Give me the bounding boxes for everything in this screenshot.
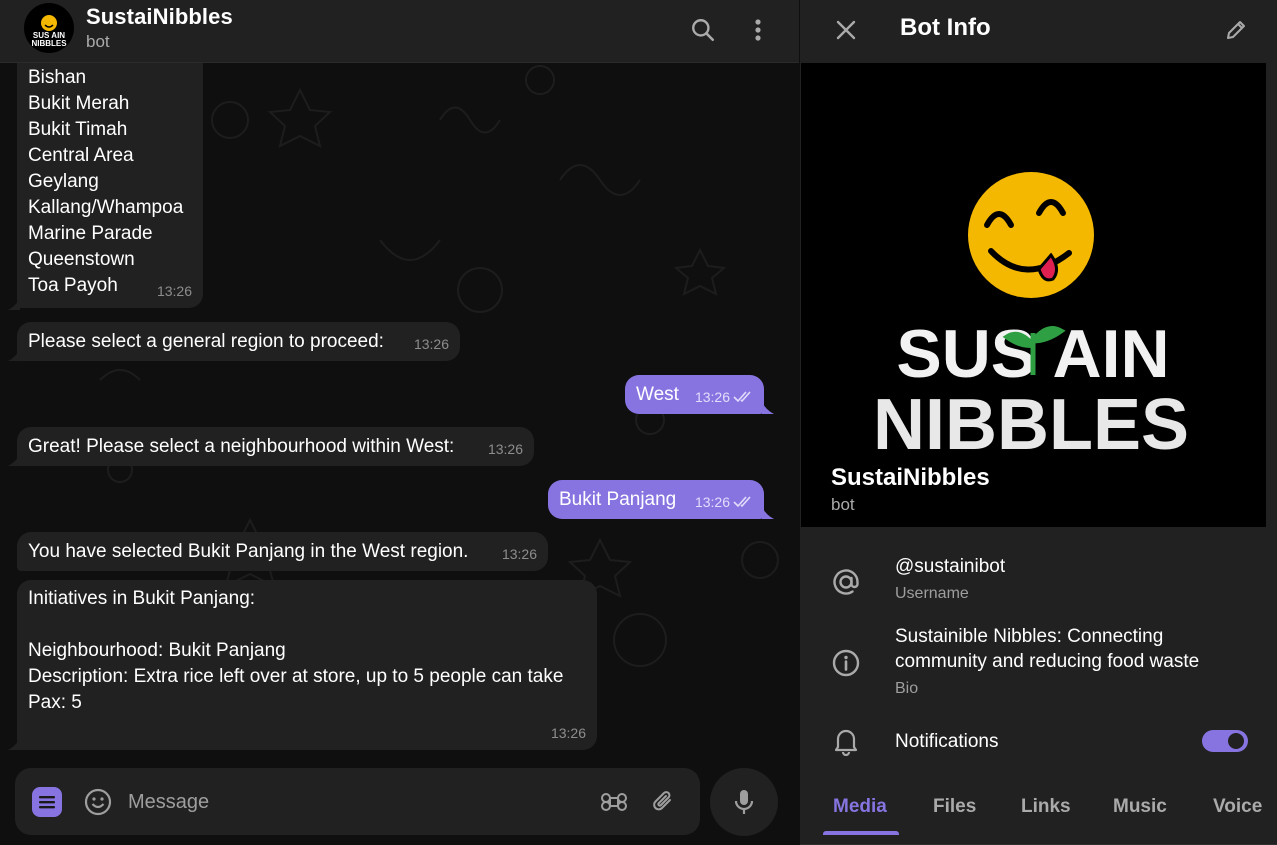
- message-text: Please select a general region to procee…: [28, 331, 384, 352]
- message-bubble[interactable]: Great! Please select a neighbourhood wit…: [17, 427, 534, 466]
- at-sign-icon: [830, 566, 862, 598]
- chat-title[interactable]: SustaiNibbles: [86, 4, 233, 30]
- tab-voice[interactable]: Voice: [1213, 796, 1262, 818]
- bubble-tail-icon: [8, 349, 20, 361]
- bot-menu-button[interactable]: [32, 787, 62, 817]
- notifications-toggle[interactable]: [1202, 730, 1248, 752]
- paperclip-icon: [653, 791, 671, 811]
- active-tab-indicator: [823, 831, 899, 835]
- message-bubble-outgoing[interactable]: Bukit Panjang 13:26: [548, 480, 764, 519]
- notifications-label: Notifications: [895, 731, 999, 752]
- chat-subtitle: bot: [86, 32, 110, 51]
- double-check-icon: [733, 391, 751, 403]
- more-vertical-icon: [755, 19, 761, 41]
- tab-files[interactable]: Files: [933, 796, 976, 818]
- message-time-text: 13:26: [501, 546, 537, 562]
- more-options-button[interactable]: [738, 10, 778, 50]
- message-input[interactable]: [128, 788, 578, 816]
- bubble-tail-icon: [762, 402, 774, 414]
- username-label: Username: [895, 585, 969, 602]
- sustainibbles-logo-icon: SUS AIN NIBBLES: [873, 172, 1189, 465]
- message-time: 13:26: [695, 489, 753, 515]
- message-time: 13:26: [551, 720, 586, 746]
- telegram-window: SUS AIN NIBBLES SustaiNibbles bot Bishan…: [0, 0, 1277, 845]
- bot-avatar[interactable]: SUS AIN NIBBLES: [24, 3, 74, 53]
- toggle-knob: [1226, 731, 1246, 751]
- bot-profile-photo[interactable]: SUS AIN NIBBLES SustaiNibbles bot: [801, 63, 1266, 527]
- logo-avatar-icon: SUS AIN NIBBLES: [31, 15, 67, 48]
- menu-icon: [39, 796, 55, 809]
- message-text: Bishan Bukit Merah Bukit Timah Central A…: [28, 67, 184, 296]
- chat-area: SUS AIN NIBBLES SustaiNibbles bot Bishan…: [0, 0, 799, 845]
- svg-text:NIBBLES: NIBBLES: [31, 39, 67, 48]
- message-text: Initiatives in Bukit Panjang: Neighbourh…: [28, 588, 564, 713]
- message-bubble[interactable]: Please select a general region to procee…: [17, 322, 460, 361]
- command-icon: [601, 792, 627, 812]
- pencil-icon: [1227, 21, 1245, 39]
- shared-media-tabs: Media Files Links Music Voice: [800, 784, 1277, 845]
- message-bubble[interactable]: Bishan Bukit Merah Bukit Timah Central A…: [17, 45, 203, 308]
- message-time-text: 13:26: [413, 336, 449, 352]
- tab-media[interactable]: Media: [833, 796, 887, 818]
- panel-title: Bot Info: [900, 14, 991, 41]
- message-time: 13:26: [414, 331, 449, 357]
- message-time: 13:26: [502, 541, 537, 567]
- double-check-icon: [733, 496, 751, 508]
- message-time: 13:26: [695, 384, 753, 410]
- panel-header: Bot Info: [800, 0, 1277, 63]
- message-bubble[interactable]: You have selected Bukit Panjang in the W…: [17, 532, 548, 571]
- username-value[interactable]: @sustainibot: [895, 554, 1005, 579]
- commands-button[interactable]: [598, 786, 630, 818]
- search-icon: [692, 19, 715, 42]
- message-time-text: 13:26: [550, 725, 586, 741]
- search-button[interactable]: [683, 10, 723, 50]
- message-time: 13:26: [157, 278, 192, 304]
- bot-name: SustaiNibbles: [831, 464, 990, 491]
- bot-subtitle: bot: [831, 495, 855, 514]
- svg-text:NIBBLES: NIBBLES: [873, 385, 1189, 465]
- emoji-button[interactable]: [82, 786, 114, 818]
- voice-record-button[interactable]: [710, 768, 778, 836]
- message-text: Great! Please select a neighbourhood wit…: [28, 436, 455, 457]
- message-time: 13:26: [488, 436, 523, 462]
- chat-header: SUS AIN NIBBLES SustaiNibbles bot: [0, 0, 799, 63]
- bio-value[interactable]: Sustainible Nibbles: Connecting communit…: [895, 624, 1245, 674]
- bubble-tail-icon: [8, 738, 20, 750]
- bubble-tail-icon: [762, 507, 774, 519]
- message-bubble[interactable]: Initiatives in Bukit Panjang: Neighbourh…: [17, 580, 597, 750]
- close-icon: [836, 20, 856, 40]
- bubble-tail-icon: [8, 298, 20, 310]
- smile-icon: [84, 788, 112, 816]
- message-text: You have selected Bukit Panjang in the W…: [28, 541, 469, 562]
- close-panel-button[interactable]: [828, 12, 864, 48]
- message-time-text: 13:26: [694, 389, 730, 405]
- message-time-text: 13:26: [487, 441, 523, 457]
- bio-label: Bio: [895, 680, 919, 697]
- tab-links[interactable]: Links: [1021, 796, 1071, 818]
- bubble-tail-icon: [8, 454, 20, 466]
- info-icon: [830, 647, 862, 679]
- microphone-icon: [734, 790, 754, 814]
- attach-button[interactable]: [648, 786, 680, 818]
- bell-icon: [830, 725, 862, 757]
- edit-button[interactable]: [1218, 12, 1254, 48]
- bot-info-panel: Bot Info SUS AIN NIBBLES SustaiNibbles b…: [799, 0, 1277, 845]
- message-bubble-outgoing[interactable]: West 13:26: [625, 375, 764, 414]
- tab-music[interactable]: Music: [1113, 796, 1167, 818]
- message-time-text: 13:26: [694, 494, 730, 510]
- message-composer: [15, 768, 700, 835]
- message-time-text: 13:26: [156, 283, 192, 299]
